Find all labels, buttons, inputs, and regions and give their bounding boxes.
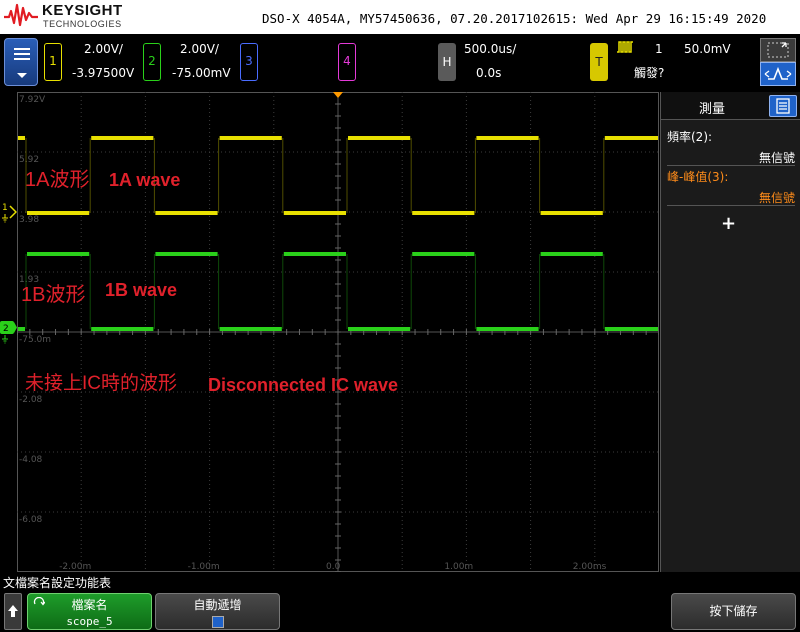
- trigger-button[interactable]: T: [590, 43, 608, 81]
- arrow-up-icon: [8, 605, 18, 617]
- filename-softkey[interactable]: 檔案名 scope_5: [27, 593, 152, 630]
- trigger-position-marker: [333, 92, 343, 98]
- annotation-1a-en: 1A wave: [109, 170, 181, 190]
- channel-2-button[interactable]: 2: [143, 43, 161, 81]
- fullscreen-button[interactable]: [760, 38, 796, 62]
- ch1-offset: -3.97500V: [72, 66, 135, 80]
- channel-bar: 1 2.00V/ -3.97500V 2 2.00V/ -75.00mV 3 4…: [0, 34, 800, 92]
- ground-marker-1-icon: 1: [2, 203, 18, 223]
- softkey-menu-title: 文檔案名設定功能表: [3, 576, 112, 590]
- y-axis-label: 7.92V: [19, 95, 46, 105]
- measurement-name: 峰-峰值(3):: [667, 170, 729, 184]
- trigger-status: 觸發?: [634, 66, 665, 80]
- add-measurement-button[interactable]: +: [721, 213, 736, 234]
- divider: [667, 205, 795, 206]
- x-axis-label: 0.0: [326, 562, 341, 572]
- waveform-display[interactable]: 7.92V 5.92 3.98 1.93 -75.0m -2.08 -4.08 -6.08 -2…: [17, 92, 659, 572]
- measurement-menu-button[interactable]: [769, 95, 797, 117]
- measurement-panel: 測量 頻率(2): 無信號 峰-峰值(3): 無信號 +: [660, 92, 800, 572]
- auto-increment-checkbox[interactable]: [211, 616, 224, 628]
- edge-trigger-icon: [617, 41, 633, 53]
- y-axis-label: -2.08: [19, 395, 43, 405]
- ch2-scale: 2.00V/: [180, 42, 219, 56]
- display-buttons: [760, 38, 796, 86]
- menu-icon: [14, 48, 30, 64]
- brand-name: KEYSIGHT: [42, 2, 123, 19]
- ground-marker-2-icon: 2: [0, 321, 17, 344]
- menu-back-button[interactable]: [4, 593, 22, 630]
- x-axis-label: 2.00ms: [573, 562, 607, 572]
- y-axis-label: 3.98: [19, 215, 39, 225]
- measurement-value: 無信號: [758, 151, 795, 165]
- main-menu-button[interactable]: [4, 38, 38, 86]
- waveform-canvas: 7.92V5.923.981.93-75.0m-2.08-4.08-6.08-2…: [17, 92, 659, 572]
- measurement-value: 無信號: [758, 191, 795, 205]
- trigger-level: 50.0mV: [684, 42, 731, 56]
- oscilloscope-screen: KEYSIGHT TECHNOLOGIES DSO-X 4054A, MY574…: [0, 0, 800, 632]
- trigger-source: 1: [655, 42, 663, 56]
- x-axis-label: -1.00m: [188, 562, 220, 572]
- measurement-item-peak-to-peak[interactable]: 峰-峰值(3): 無信號: [667, 168, 795, 206]
- ch2-ground-marker[interactable]: 2: [0, 318, 17, 346]
- measurement-title: 測量: [699, 102, 726, 117]
- filename-value: scope_5: [66, 615, 113, 628]
- title-bar: KEYSIGHT TECHNOLOGIES DSO-X 4054A, MY574…: [0, 0, 800, 34]
- horizontal-button[interactable]: H: [438, 43, 456, 81]
- x-axis-label: 1.00m: [444, 562, 473, 572]
- auto-increment-label: 自動遞增: [193, 598, 242, 612]
- y-axis-label: -6.08: [19, 515, 43, 525]
- delay-value: 0.0s: [476, 66, 502, 80]
- annotation-1b-en: 1B wave: [105, 280, 178, 300]
- softkey-bar: 文檔案名設定功能表 檔案名 scope_5 自動遞增 按下儲存: [0, 572, 800, 632]
- divider: [667, 165, 795, 166]
- measurement-name: 頻率(2):: [667, 130, 713, 144]
- annotation-1a-zh: 1A波形: [25, 169, 90, 191]
- chevron-down-icon: [17, 73, 27, 78]
- measurement-header: 測量: [661, 92, 800, 120]
- channel-3-button[interactable]: 3: [240, 43, 258, 81]
- timebase-value: 500.0us/: [464, 42, 517, 56]
- measurement-item-frequency[interactable]: 頻率(2): 無信號: [667, 128, 795, 166]
- annotation-disconnected-en: Disconnected IC wave: [208, 375, 399, 395]
- brand-subtitle: TECHNOLOGIES: [43, 19, 122, 29]
- annotation-disconnected-zh: 未接上IC時的波形: [25, 373, 178, 394]
- filename-label: 檔案名: [71, 598, 108, 612]
- expand-icon: [767, 42, 789, 58]
- keysight-logo-icon: [4, 3, 38, 27]
- annotation-1b-zh: 1B波形: [21, 284, 86, 306]
- ch2-offset: -75.00mV: [172, 66, 231, 80]
- rotate-knob-icon: [33, 597, 45, 606]
- ch1-scale: 2.00V/: [84, 42, 123, 56]
- y-axis-label: -4.08: [19, 455, 43, 465]
- channel-4-button[interactable]: 4: [338, 43, 356, 81]
- ch1-marker-label: 1: [2, 203, 8, 213]
- channel-1-button[interactable]: 1: [44, 43, 62, 81]
- ch1-ground-marker[interactable]: 1: [0, 198, 18, 226]
- y-axis-label: -75.0m: [19, 335, 51, 345]
- touch-wave-icon: [764, 66, 792, 80]
- instrument-info: DSO-X 4054A, MY57450636, 07.20.201710261…: [262, 11, 767, 26]
- auto-increment-softkey[interactable]: 自動遞增: [155, 593, 280, 630]
- ch2-marker-label: 2: [3, 324, 9, 334]
- list-icon: [776, 98, 790, 114]
- touch-mode-button[interactable]: [760, 62, 796, 86]
- press-to-save-softkey[interactable]: 按下儲存: [671, 593, 796, 630]
- x-axis-label: -2.00m: [59, 562, 91, 572]
